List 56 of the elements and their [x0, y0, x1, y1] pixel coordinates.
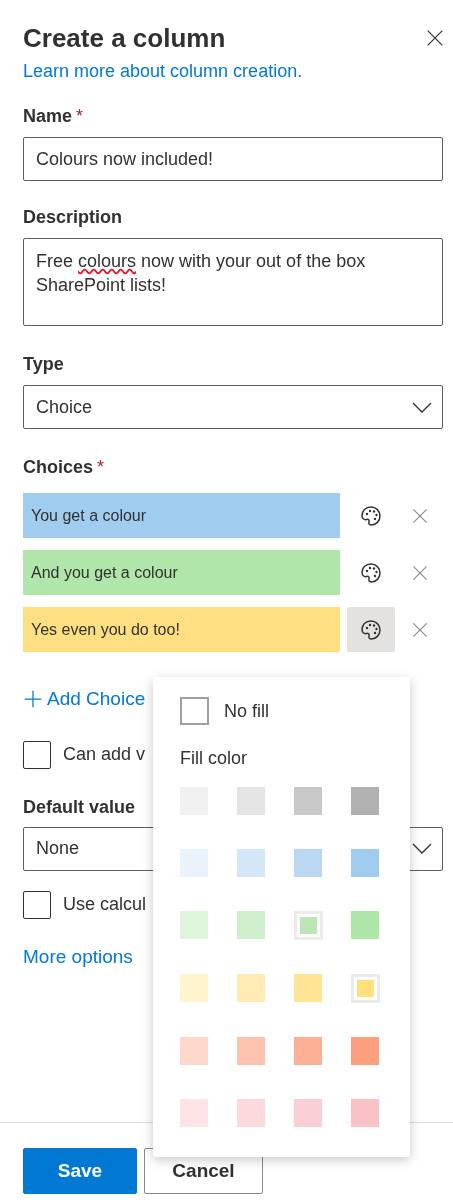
checkbox-label: Can add v	[63, 743, 146, 766]
field-label: Name	[23, 105, 73, 128]
color-swatch[interactable]	[180, 911, 208, 939]
color-swatch[interactable]	[180, 974, 208, 1002]
color-swatch[interactable]	[351, 1099, 379, 1127]
field-label: Type	[23, 353, 64, 376]
color-swatch[interactable]	[351, 849, 379, 877]
checkbox[interactable]	[23, 740, 51, 769]
color-swatch[interactable]	[237, 1099, 265, 1127]
choice-field[interactable]: And you get a colour	[23, 550, 340, 595]
color-swatch[interactable]	[180, 1099, 208, 1127]
name-field[interactable]: Colours now included!	[23, 137, 443, 181]
color-swatch[interactable]	[237, 787, 265, 815]
color-swatch[interactable]	[294, 1037, 322, 1065]
color-swatch[interactable]	[351, 974, 380, 1003]
color-swatch[interactable]	[180, 1037, 208, 1065]
color-swatch[interactable]	[351, 911, 379, 939]
chevron-down-icon	[412, 401, 432, 413]
color-swatch[interactable]	[237, 1037, 265, 1065]
required-mark: *	[76, 105, 84, 128]
selected-value: Choice	[36, 395, 93, 419]
choice-field[interactable]: Yes even you do too!	[23, 607, 340, 652]
color-swatch[interactable]	[351, 1037, 379, 1065]
color-swatch[interactable]	[237, 911, 265, 939]
field-label: Default value	[23, 795, 136, 819]
checkbox-label: No fill	[224, 699, 269, 723]
color-picker-button[interactable]	[347, 607, 395, 652]
more-options-link[interactable]: More options	[23, 942, 133, 971]
palette-icon	[359, 617, 383, 642]
chevron-down-icon	[412, 843, 432, 854]
panel-title: Create a column	[23, 22, 226, 54]
color-swatch[interactable]	[351, 787, 379, 815]
type-dropdown[interactable]: Choice	[23, 385, 443, 429]
section-label: Fill color	[180, 747, 248, 770]
color-swatch[interactable]	[294, 911, 323, 940]
color-swatch[interactable]	[294, 1099, 322, 1127]
selected-value: None	[36, 837, 80, 860]
add-choice-button[interactable]: Add Choice	[23, 685, 146, 714]
color-swatch[interactable]	[294, 787, 322, 815]
learn-more-link[interactable]: Learn more about column creation.	[23, 58, 443, 84]
color-swatch[interactable]	[294, 849, 322, 877]
color-swatch[interactable]	[294, 974, 322, 1002]
color-swatch[interactable]	[237, 849, 265, 877]
field-label: Choices	[23, 456, 94, 479]
palette-icon	[359, 560, 383, 585]
choice-field[interactable]: You get a colour	[23, 493, 340, 538]
checkbox[interactable]	[23, 890, 51, 919]
palette-icon	[359, 503, 383, 528]
required-mark: *	[97, 456, 105, 479]
save-button[interactable]: Save	[23, 1148, 137, 1194]
description-field[interactable]: Free colours now with your out of the box SharePoint lists!	[23, 238, 443, 326]
plus-icon	[23, 689, 43, 710]
color-swatch[interactable]	[237, 974, 265, 1002]
field-label: Description	[23, 206, 123, 229]
checkbox-label: Use calcul	[63, 893, 147, 916]
checkbox[interactable]	[180, 697, 209, 725]
